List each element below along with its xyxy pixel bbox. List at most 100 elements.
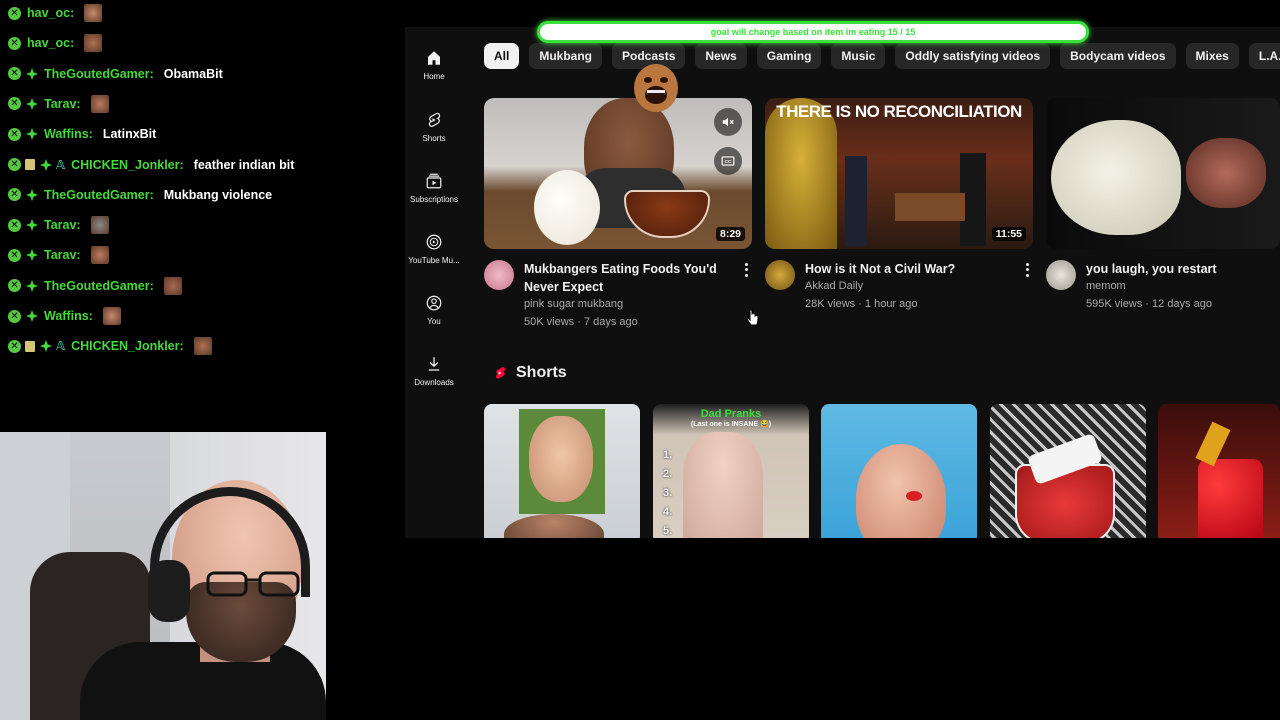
- sidebar-item-label: You: [427, 317, 441, 326]
- shorts-heading: Shorts: [516, 364, 567, 381]
- more-options-icon[interactable]: [740, 262, 752, 278]
- moderator-badge-icon: ✕: [8, 6, 21, 20]
- sidebar-item-you[interactable]: You: [405, 294, 463, 326]
- channel-avatar[interactable]: [1046, 260, 1076, 290]
- moderator-badge-icon: ✕: [8, 279, 21, 293]
- video-thumbnail[interactable]: THERE IS NO RECONCILIATION 11:55: [765, 98, 1033, 249]
- chat-username[interactable]: Tarav:: [44, 97, 81, 111]
- subscriptions-icon: [426, 173, 442, 189]
- short-thumbnail-drink: [1015, 464, 1115, 538]
- chip-bodycam[interactable]: Bodycam videos: [1060, 43, 1176, 69]
- channel-name[interactable]: Akkad Daily: [805, 280, 863, 292]
- chip-gaming[interactable]: Gaming: [756, 43, 822, 69]
- chip-oddly-satisfying[interactable]: Oddly satisfying videos: [895, 43, 1051, 69]
- goal-text: goal will change based on item im eating…: [710, 27, 916, 37]
- short-card[interactable]: [821, 404, 977, 538]
- sidebar-item-label: Shorts: [422, 134, 446, 143]
- chip-music[interactable]: Music: [831, 43, 886, 69]
- short-thumbnail-red-eye: [906, 491, 922, 501]
- svg-text:CC: CC: [725, 159, 732, 164]
- download-icon: [428, 357, 440, 371]
- chat-message: ✕ Tarav:: [8, 93, 109, 115]
- video-card[interactable]: CC 8:29 Mukbangers Eating Foods You'd Ne…: [484, 98, 752, 330]
- channel-name[interactable]: memom: [1086, 280, 1126, 292]
- video-card[interactable]: you laugh, you restart memom 595K views …: [1046, 98, 1280, 330]
- video-thumbnail[interactable]: CC 8:29: [484, 98, 752, 249]
- shorts-section-header: Shorts: [492, 364, 567, 382]
- thumbnail-arm: [1186, 138, 1266, 208]
- video-card[interactable]: THERE IS NO RECONCILIATION 11:55 How is …: [765, 98, 1033, 330]
- chat-username[interactable]: Tarav:: [44, 218, 81, 232]
- chat-message: ✕ Tarav:: [8, 244, 109, 266]
- mute-button[interactable]: [714, 108, 742, 136]
- stream-goal-bar: goal will change based on item im eating…: [537, 21, 1089, 43]
- chat-message: ✕ TheGoutedGamer: ObamaBit: [8, 63, 223, 85]
- channel-avatar[interactable]: [765, 260, 795, 290]
- subscriber-badge-icon: [25, 97, 38, 110]
- captions-button[interactable]: CC: [714, 147, 742, 175]
- chat-message: ✕ hav_oc:: [8, 2, 103, 24]
- video-title[interactable]: Mukbangers Eating Foods You'd Never Expe…: [524, 260, 734, 296]
- video-duration: 11:55: [991, 227, 1026, 241]
- chat-message: ✕ TheGoutedGamer: Mukbang violence: [8, 184, 272, 206]
- chip-news[interactable]: News: [695, 43, 747, 69]
- chat-text: LatinxBit: [102, 127, 157, 142]
- short-list: 1. 2. 3. 4. 5.: [663, 449, 673, 537]
- more-options-icon[interactable]: [1021, 262, 1033, 278]
- sidebar-item-shorts[interactable]: Shorts: [405, 111, 463, 143]
- thumbnail-man-left: [845, 156, 867, 246]
- chat-username[interactable]: hav_oc:: [27, 6, 74, 20]
- sidebar-item-label: Home: [423, 72, 445, 81]
- video-title[interactable]: you laugh, you restart: [1086, 260, 1280, 278]
- short-subcaption: (Last one is INSANE 😂): [690, 421, 772, 428]
- short-thumbnail-candy-jar: [1198, 459, 1263, 538]
- face-emote-icon: [84, 34, 103, 53]
- video-thumbnail[interactable]: [1046, 98, 1280, 249]
- sidebar-item-downloads[interactable]: Downloads: [405, 355, 463, 387]
- short-card[interactable]: [1158, 404, 1280, 538]
- chip-la-beast[interactable]: L.A. Beast: [1248, 43, 1280, 69]
- subscriber-badge-icon: [25, 310, 38, 323]
- face-emote-icon: [90, 94, 109, 113]
- chat-message: ✕ 𝔸 CHICKEN_Jonkler:: [8, 335, 212, 357]
- short-card[interactable]: [990, 404, 1146, 538]
- subscriber-badge-icon: [25, 188, 38, 201]
- youtube-music-icon: [426, 234, 442, 250]
- moderator-badge-icon: ✕: [8, 339, 21, 353]
- channel-avatar[interactable]: [484, 260, 514, 290]
- sidebar-item-youtube-music[interactable]: YouTube Mu...: [405, 233, 463, 265]
- chip-mixes[interactable]: Mixes: [1185, 43, 1239, 69]
- moderator-badge-icon: ✕: [8, 67, 21, 81]
- short-card[interactable]: Dad Pranks (Last one is INSANE 😂) 1. 2. …: [653, 404, 809, 538]
- ticket-badge-icon: [25, 159, 35, 170]
- subscriber-badge-icon: [25, 128, 38, 141]
- thumbnail-table: [895, 193, 965, 221]
- sidebar-item-subscriptions[interactable]: Subscriptions: [405, 172, 463, 204]
- thumbnail-egg: [534, 170, 600, 245]
- shorts-logo-icon: [495, 367, 505, 379]
- chat-username[interactable]: Waffins:: [44, 127, 93, 141]
- sidebar-item-label: Subscriptions: [409, 195, 459, 204]
- chat-username[interactable]: TheGoutedGamer:: [44, 67, 154, 81]
- video-stats: 50K views · 7 days ago: [524, 316, 638, 328]
- thumbnail-bowl: [624, 190, 710, 238]
- video-title[interactable]: How is it Not a Civil War?: [805, 260, 1015, 278]
- chat-username[interactable]: hav_oc:: [27, 36, 74, 50]
- chat-username[interactable]: CHICKEN_Jonkler:: [71, 158, 184, 172]
- chip-mukbang[interactable]: Mukbang: [529, 43, 603, 69]
- sidebar-item-home[interactable]: Home: [405, 49, 463, 81]
- video-duration: 8:29: [715, 227, 745, 241]
- mouse-cursor-icon: [746, 309, 759, 326]
- moderator-badge-icon: ✕: [8, 248, 21, 262]
- chip-all[interactable]: All: [484, 43, 520, 69]
- face-emote-icon: [163, 276, 182, 295]
- chat-username[interactable]: Tarav:: [44, 248, 81, 262]
- chat-username[interactable]: CHICKEN_Jonkler:: [71, 339, 184, 353]
- chat-username[interactable]: TheGoutedGamer:: [44, 279, 154, 293]
- thumbnail-overlay-text: THERE IS NO RECONCILIATION: [776, 102, 1022, 121]
- chat-message: ✕ hav_oc:: [8, 32, 103, 54]
- chat-username[interactable]: TheGoutedGamer:: [44, 188, 154, 202]
- short-card[interactable]: [484, 404, 640, 538]
- chat-username[interactable]: Waffins:: [44, 309, 93, 323]
- channel-name[interactable]: pink sugar mukbang: [524, 298, 623, 310]
